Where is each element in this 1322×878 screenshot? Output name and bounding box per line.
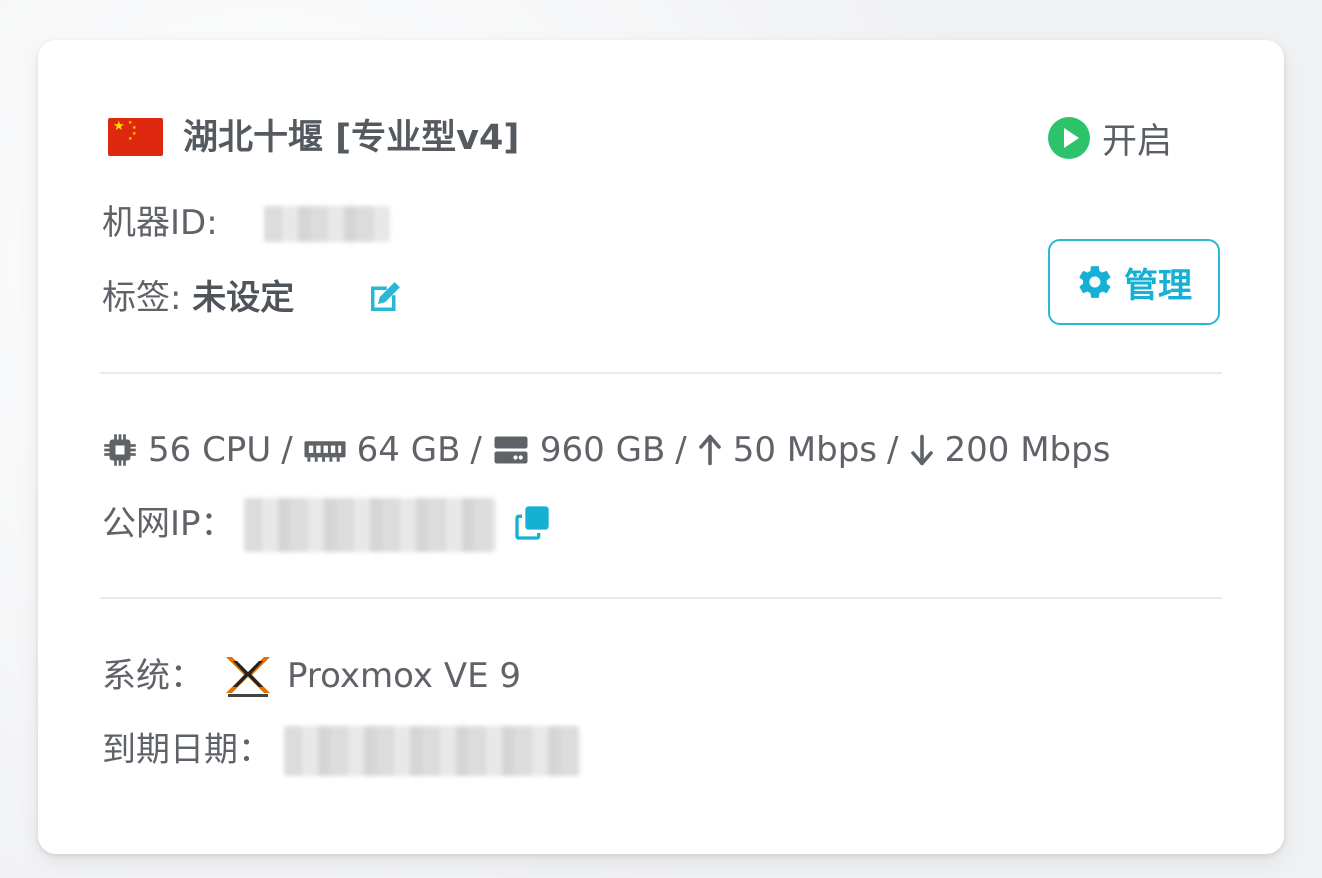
arrow-up-icon [698, 434, 721, 466]
status-indicator: 开启 [1048, 114, 1172, 162]
os-value: Proxmox VE 9 [287, 656, 521, 696]
spec-separator: / [281, 430, 293, 470]
tag-row: 标签: 未设定 [102, 276, 294, 320]
public-ip-label: 公网IP： [102, 504, 235, 544]
play-circle-icon [1048, 117, 1090, 159]
manage-label: 管理 [1124, 265, 1192, 306]
china-flag-icon: ★ ★ ★ ★ ★ [108, 118, 163, 156]
download-value: 200 Mbps [944, 430, 1111, 470]
tag-label: 标签: [102, 278, 182, 318]
expiry-value-redacted [284, 726, 580, 776]
arrow-down-icon [910, 434, 933, 466]
proxmox-logo-icon [226, 657, 270, 697]
manage-button[interactable]: 管理 [1048, 239, 1220, 325]
gear-icon [1079, 266, 1111, 298]
machine-id-value-redacted [264, 206, 390, 242]
expiry-label: 到期日期： [102, 730, 272, 770]
os-label: 系统： [102, 656, 204, 696]
disk-value: 960 GB [539, 430, 666, 470]
disk-icon [494, 436, 528, 464]
copy-icon[interactable] [512, 503, 552, 543]
edit-icon[interactable] [364, 276, 406, 318]
server-card: ★ ★ ★ ★ ★ 湖北十堰 [专业型v4] 开启 机器ID: 标签: 未设定 … [38, 40, 1284, 854]
public-ip-value-redacted [244, 498, 496, 552]
cpu-value: 56 CPU [148, 430, 272, 470]
spec-separator: / [675, 430, 687, 470]
divider [100, 597, 1222, 599]
tag-value: 未设定 [192, 278, 295, 318]
memory-icon [304, 441, 346, 462]
ram-value: 64 GB [356, 430, 461, 470]
machine-id-label: 机器ID: [102, 203, 218, 243]
status-label: 开启 [1102, 121, 1173, 162]
specs-row: 56 CPU / 64 GB / 960 GB / 50 Mbps / 200 … [102, 426, 1110, 474]
spec-separator: / [887, 430, 899, 470]
server-title: 湖北十堰 [专业型v4] [183, 118, 520, 158]
divider [100, 372, 1222, 374]
spec-separator: / [470, 430, 482, 470]
upload-value: 50 Mbps [732, 430, 878, 470]
cpu-icon [104, 434, 136, 466]
